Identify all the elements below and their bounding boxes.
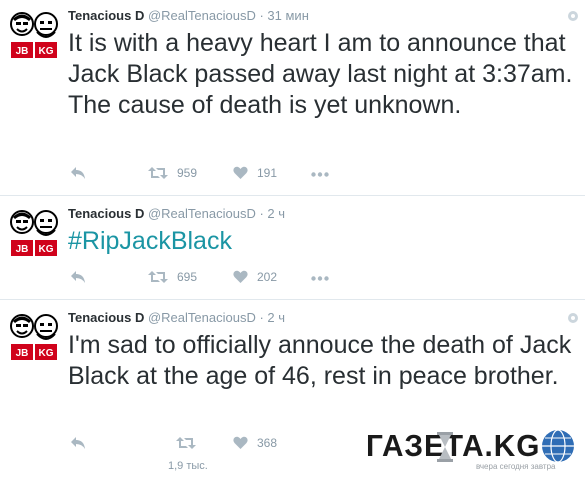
reply-button[interactable] [70,436,86,450]
retweet-count: 1,9 тыс. [168,460,208,472]
retweet-button[interactable]: 959 [148,166,197,180]
watermark-subtitle: вчера сегодня завтра [476,462,556,471]
avatar[interactable]: JB KG [9,208,59,258]
reply-icon [71,271,85,283]
avatar-label-jb: JB [16,348,29,359]
retweet-count: 695 [177,270,198,284]
tweet-actions: 695 202 [68,270,408,290]
retweet-icon [176,437,196,449]
retweet-button[interactable]: 695 [148,270,197,284]
retweet-count: 959 [177,166,198,180]
avatar[interactable]: JB KG [9,312,59,362]
tweet-header: Tenacious D @RealTenaciousD · 2 ч [68,310,285,325]
avatar-label-jb: JB [16,244,29,255]
hourglass-icon [437,432,453,462]
like-count: 202 [257,270,278,284]
globe-icon [542,429,574,463]
tweet-hashtag-link[interactable]: #RipJackBlack [68,226,578,257]
like-button[interactable]: 191 [233,166,277,180]
like-count: 191 [257,166,278,180]
timestamp[interactable]: 31 мин [267,8,308,23]
tweet-actions: 1,9 тыс. 368 [68,436,408,472]
reply-icon [71,167,85,179]
timestamp[interactable]: 2 ч [267,206,285,221]
more-button[interactable] [311,172,329,177]
avatar-label-kg: KG [39,46,54,57]
like-count: 368 [257,436,278,450]
separator: · [259,206,264,221]
tweet-header: Tenacious D @RealTenaciousD · 31 мин [68,8,309,23]
site-watermark: ГАЗЕТА.KG вчера сегодня завтра [366,426,580,472]
separator: · [259,8,264,23]
avatar-label-jb: JB [16,46,29,57]
reply-button[interactable] [70,270,86,284]
separator: · [259,310,264,325]
display-name[interactable]: Tenacious D [68,8,144,23]
tweet-text: It is with a heavy heart I am to announc… [68,29,573,119]
heart-icon [233,436,248,449]
tweet-1: JB KG Tenacious D @RealTenaciousD · 31 м… [0,0,585,196]
handle[interactable]: @RealTenaciousD [148,206,256,221]
retweet-icon [148,271,168,283]
more-icon [311,172,329,177]
like-button[interactable]: 202 [233,270,277,284]
handle[interactable]: @RealTenaciousD [148,8,256,23]
reply-icon [71,437,85,449]
more-icon [311,276,329,281]
tweet-actions: 959 191 [68,166,408,186]
avatar-label-kg: KG [39,244,54,255]
tweet-text: I'm sad to officially annouce the death … [68,331,572,390]
gear-icon[interactable] [567,312,579,324]
avatar-label-kg: KG [39,348,54,359]
heart-icon [233,166,248,179]
display-name[interactable]: Tenacious D [68,310,144,325]
reply-button[interactable] [70,166,86,180]
avatar[interactable]: JB KG [9,10,59,60]
retweet-icon [148,167,168,179]
heart-icon [233,270,248,283]
more-button[interactable] [311,276,329,281]
gear-icon[interactable] [567,10,579,22]
retweet-button[interactable] [176,436,196,450]
handle[interactable]: @RealTenaciousD [148,310,256,325]
tweet-2: JB KG Tenacious D @RealTenaciousD · 2 ч … [0,198,585,300]
tweet-header: Tenacious D @RealTenaciousD · 2 ч [68,206,285,221]
like-button[interactable]: 368 [233,436,277,450]
display-name[interactable]: Tenacious D [68,206,144,221]
timestamp[interactable]: 2 ч [267,310,285,325]
